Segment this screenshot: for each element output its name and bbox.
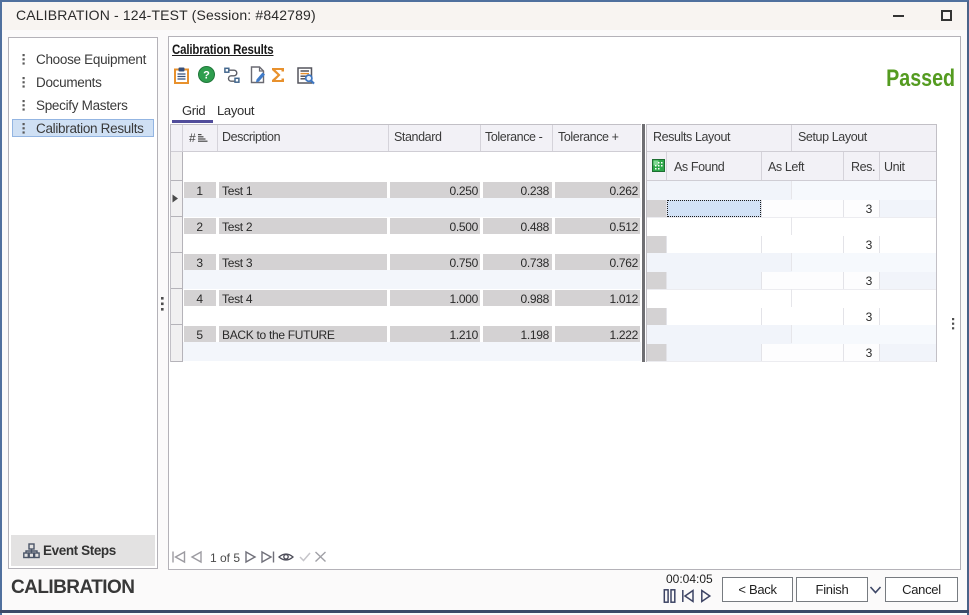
svg-text:?: ? [203,70,210,82]
